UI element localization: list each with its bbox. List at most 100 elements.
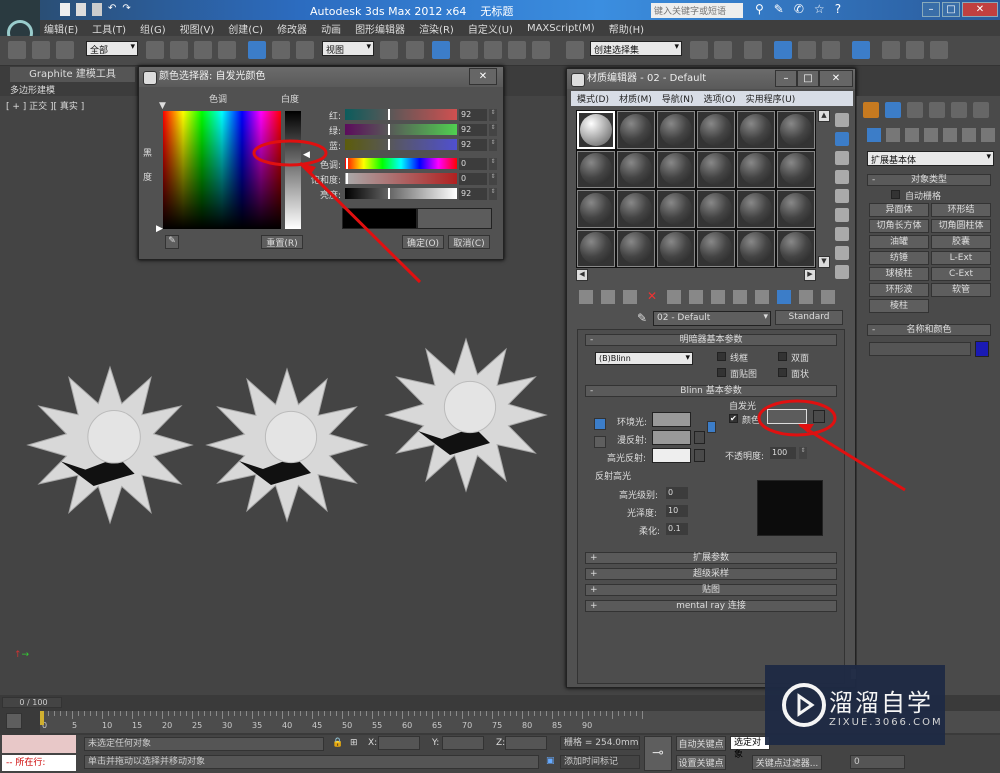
object-type-button[interactable]: 油罐 [869, 235, 929, 249]
opacity-input[interactable]: 100 [770, 447, 796, 459]
menu-item[interactable]: 图形编辑器 [355, 21, 405, 36]
angle-snap-icon[interactable] [484, 41, 502, 59]
hue-blackness-field[interactable] [163, 111, 281, 229]
hue-marker-icon[interactable]: ▼ [159, 101, 166, 111]
mirror-icon[interactable] [690, 41, 708, 59]
window-crossing-icon[interactable] [218, 41, 236, 59]
select-move-icon[interactable] [248, 41, 266, 59]
ribbon-tab-graphite[interactable]: Graphite 建模工具 [10, 67, 135, 82]
object-type-button[interactable]: C-Ext [931, 267, 991, 281]
geometry-icon[interactable] [867, 128, 881, 142]
close-button[interactable]: ✕ [962, 2, 998, 17]
render-setup-icon[interactable] [882, 41, 900, 59]
material-sample-slot[interactable] [617, 150, 655, 188]
menu-item[interactable]: 创建(C) [228, 21, 263, 36]
scroll-down-button[interactable]: ▼ [818, 256, 830, 268]
shapes-icon[interactable] [886, 128, 900, 142]
sample-options-icon[interactable] [835, 227, 849, 241]
menu-item[interactable]: 模式(D) [577, 92, 609, 105]
lights-icon[interactable] [905, 128, 919, 142]
sample-type-icon[interactable] [835, 113, 849, 127]
object-type-button[interactable]: 胶囊 [931, 235, 991, 249]
material-sample-slot[interactable] [577, 229, 615, 267]
select-object-icon[interactable] [146, 41, 164, 59]
spacewarps-icon[interactable] [962, 128, 976, 142]
material-sample-slot[interactable] [777, 150, 815, 188]
object-type-button[interactable]: 棱柱 [869, 299, 929, 313]
select-scale-icon[interactable] [296, 41, 314, 59]
material-sample-slot[interactable] [697, 229, 735, 267]
star-polyhedron-object[interactable] [26, 365, 194, 525]
spinner-snap-icon[interactable] [532, 41, 550, 59]
set-key-icon[interactable]: ⊸ [644, 736, 672, 771]
menu-item[interactable]: 修改器 [277, 21, 307, 36]
y-coordinate-input[interactable] [442, 736, 484, 750]
material-sample-slot[interactable] [577, 111, 615, 149]
slider-thumb[interactable] [388, 109, 390, 120]
shader-option-checkbox[interactable] [717, 368, 726, 377]
material-sample-slot[interactable] [777, 111, 815, 149]
open-file-icon[interactable] [76, 3, 86, 16]
star-polyhedron-object[interactable] [205, 367, 369, 523]
curve-editor-icon[interactable] [798, 41, 816, 59]
material-navigator-icon[interactable] [835, 265, 849, 279]
menu-item[interactable]: 帮助(H) [609, 21, 644, 36]
rollout-header[interactable]: + 扩展参数 [585, 552, 837, 564]
channel-slider[interactable] [345, 158, 457, 169]
material-sample-slot[interactable] [617, 190, 655, 228]
channel-spinner[interactable]: ⇕ [489, 158, 497, 170]
show-end-result-icon[interactable] [777, 290, 791, 304]
lock-diffuse-specular-icon[interactable] [594, 436, 606, 448]
slider-thumb[interactable] [346, 158, 348, 169]
bind-spacewarp-icon[interactable] [56, 41, 74, 59]
backlight-icon[interactable] [835, 132, 849, 146]
glossiness-input[interactable]: 10 [666, 505, 688, 517]
object-type-rollout[interactable]: - 对象类型 [867, 174, 991, 186]
object-type-button[interactable]: 纺锤 [869, 251, 929, 265]
rectangle-selection-icon[interactable] [194, 41, 212, 59]
time-tag-icon[interactable]: ▣ [546, 756, 555, 766]
channel-spinner[interactable]: ⇕ [489, 173, 497, 185]
channel-value-input[interactable]: 92 [459, 109, 487, 121]
modify-tab-icon[interactable] [885, 102, 901, 118]
cancel-button[interactable]: 取消(C) [448, 235, 490, 249]
snap-toggle-icon[interactable] [460, 41, 478, 59]
selection-filter-dropdown[interactable]: 全部 [86, 41, 138, 56]
scroll-left-button[interactable]: ◀ [576, 269, 588, 281]
absolute-mode-icon[interactable]: ⊞ [350, 738, 358, 748]
material-sample-slot[interactable] [657, 229, 695, 267]
channel-slider[interactable] [345, 109, 457, 120]
slider-thumb[interactable] [388, 139, 390, 150]
keyboard-shortcut-override-icon[interactable] [432, 41, 450, 59]
self-illum-color-swatch[interactable] [767, 409, 807, 424]
menu-item[interactable]: 选项(O) [704, 92, 736, 105]
key-mode-dropdown[interactable]: 选定对象 [730, 736, 770, 760]
search-input[interactable] [651, 3, 743, 18]
name-color-rollout[interactable]: - 名称和颜色 [867, 324, 991, 336]
slider-thumb[interactable] [346, 173, 348, 184]
maxscript-line[interactable]: -- 所在行: [2, 755, 76, 771]
link-icon[interactable] [8, 41, 26, 59]
select-rotate-icon[interactable] [272, 41, 290, 59]
material-editor-icon[interactable] [852, 41, 870, 59]
favorites-icon[interactable]: ☆ [814, 2, 825, 16]
rendered-frame-icon[interactable] [906, 41, 924, 59]
material-sample-slot[interactable] [577, 190, 615, 228]
star-polyhedron-object[interactable] [384, 337, 548, 493]
specular-level-input[interactable]: 0 [666, 487, 688, 499]
go-forward-sibling-icon[interactable] [821, 290, 835, 304]
shader-basic-rollout[interactable]: - 明暗器基本参数 [585, 334, 837, 346]
channel-value-input[interactable]: 92 [459, 188, 487, 200]
put-to-library-icon[interactable] [711, 290, 725, 304]
diffuse-color-swatch[interactable] [652, 430, 691, 445]
material-sample-slot[interactable] [617, 229, 655, 267]
object-color-swatch[interactable] [975, 341, 989, 357]
background-icon[interactable] [835, 151, 849, 165]
specular-map-button[interactable] [694, 449, 705, 462]
reset-button[interactable]: 重置(R) [261, 235, 303, 249]
soften-input[interactable]: 0.1 [666, 523, 688, 535]
channel-spinner[interactable]: ⇕ [489, 109, 497, 121]
category-dropdown[interactable]: 扩展基本体 [867, 151, 994, 166]
lock-map-icon[interactable] [707, 421, 716, 433]
menu-item[interactable]: 实用程序(U) [746, 92, 796, 105]
